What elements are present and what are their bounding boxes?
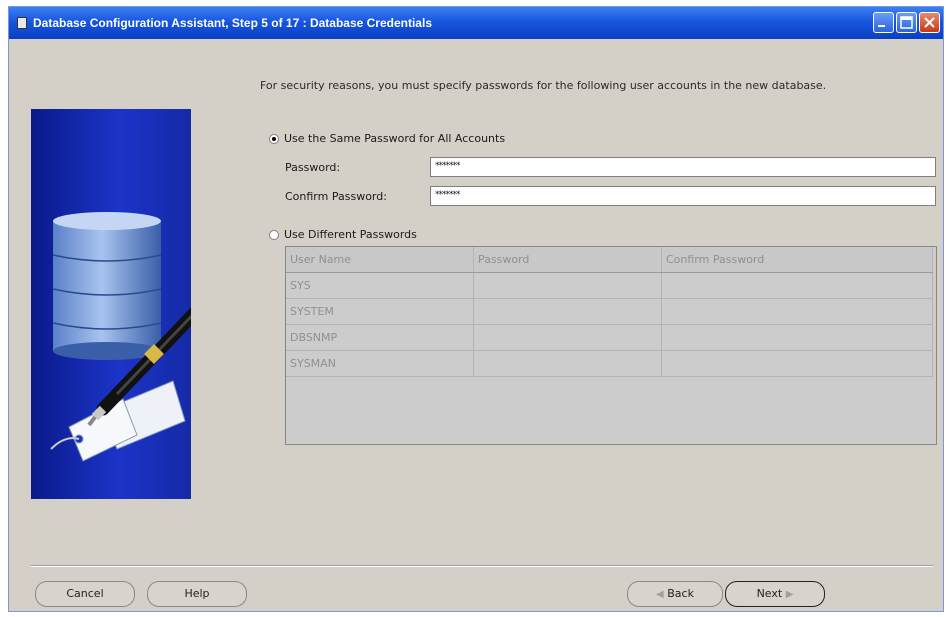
user-name-cell: SYS — [286, 272, 474, 299]
password-cell[interactable] — [473, 350, 662, 377]
same-password-option[interactable]: Use the Same Password for All Accounts — [269, 132, 505, 145]
next-button[interactable]: Next ▶ — [725, 581, 825, 607]
window-title: Database Configuration Assistant, Step 5… — [33, 16, 432, 30]
confirm-password-cell[interactable] — [661, 324, 933, 351]
next-button-label: Next — [756, 587, 783, 600]
confirm-password-cell[interactable] — [661, 298, 933, 325]
confirm-password-cell[interactable] — [661, 272, 933, 299]
user-name-cell: SYSMAN — [286, 350, 474, 377]
user-name-cell: SYSTEM — [286, 298, 474, 325]
close-button[interactable] — [919, 12, 940, 33]
confirm-password-field[interactable]: ******* — [430, 186, 936, 206]
back-button[interactable]: ◀ Back — [627, 581, 723, 607]
password-field[interactable]: ******* — [430, 157, 936, 177]
maximize-icon — [900, 16, 913, 29]
table-row: SYS — [286, 272, 933, 299]
confirm-password-cell[interactable] — [661, 350, 933, 377]
minimize-button[interactable] — [873, 12, 894, 33]
next-arrow-icon: ▶ — [785, 589, 794, 600]
password-cell[interactable] — [473, 324, 662, 351]
close-icon — [924, 17, 935, 28]
user-name-cell: DBSNMP — [286, 324, 474, 351]
different-passwords-radio[interactable] — [269, 229, 279, 240]
button-separator — [31, 565, 933, 567]
back-arrow-icon: ◀ — [656, 589, 664, 600]
intro-text: For security reasons, you must specify p… — [260, 79, 827, 92]
column-password: Password — [473, 247, 662, 273]
column-user-name: User Name — [286, 247, 474, 273]
window-icon — [17, 17, 27, 29]
back-button-label: Back — [667, 587, 694, 600]
different-passwords-label: Use Different Passwords — [284, 228, 417, 241]
dbca-window: Database Configuration Assistant, Step 5… — [8, 6, 944, 612]
table-header-row: User Name Password Confirm Password — [286, 247, 933, 273]
minimize-icon — [878, 25, 885, 27]
confirm-password-label: Confirm Password: — [285, 190, 387, 203]
same-password-label: Use the Same Password for All Accounts — [284, 132, 506, 145]
content-area: For security reasons, you must specify p… — [9, 39, 943, 611]
title-bar[interactable]: Database Configuration Assistant, Step 5… — [9, 7, 943, 39]
column-confirm-password: Confirm Password — [661, 247, 933, 273]
help-button[interactable]: Help — [147, 581, 247, 607]
same-password-radio[interactable] — [269, 133, 279, 144]
password-cell[interactable] — [473, 272, 662, 299]
maximize-button[interactable] — [896, 12, 917, 33]
different-passwords-option[interactable]: Use Different Passwords — [269, 228, 417, 241]
cancel-button[interactable]: Cancel — [35, 581, 135, 607]
table-row: SYSTEM — [286, 298, 933, 325]
user-password-table: User Name Password Confirm Password SYS … — [285, 246, 937, 445]
password-cell[interactable] — [473, 298, 662, 325]
table-row: DBSNMP — [286, 324, 933, 351]
table-row: SYSMAN — [286, 350, 933, 377]
password-label: Password: — [285, 161, 341, 174]
